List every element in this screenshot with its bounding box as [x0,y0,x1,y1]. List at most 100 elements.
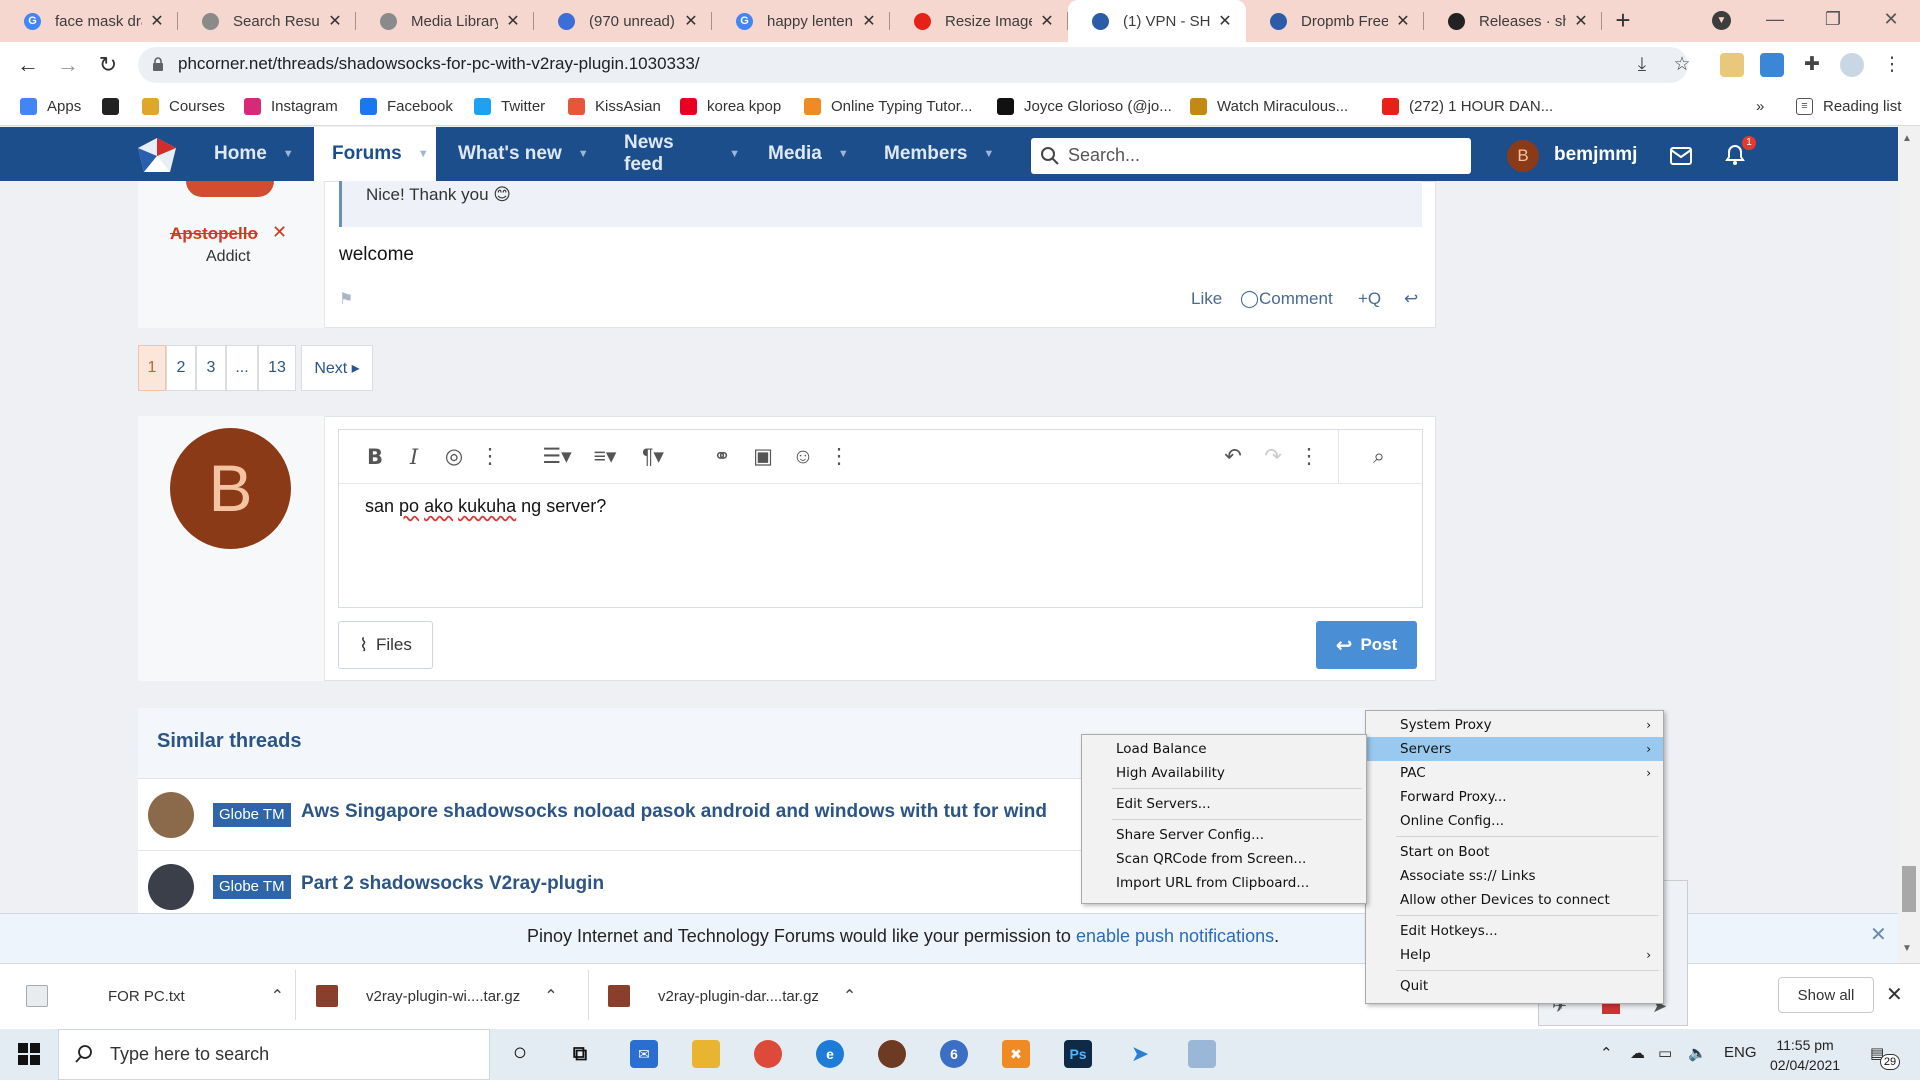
bookmark-item[interactable]: (272) 1 HOUR DAN... [1382,94,1553,118]
close-tab-icon[interactable]: ✕ [860,11,878,31]
browser-tab[interactable]: (970 unread) - ✕ [534,0,712,42]
more-insert-options-icon[interactable]: ⋮ [826,444,852,470]
menu-item-share-server-config[interactable]: Share Server Config... [1082,823,1366,847]
browser-tab[interactable]: Resize Images ✕ [890,0,1068,42]
close-tab-icon[interactable]: ✕ [504,11,522,31]
xampp-icon[interactable]: ✖ [1002,1040,1030,1068]
bookmark-item[interactable]: Online Typing Tutor... [804,94,972,118]
link-icon[interactable]: ⚭ [709,444,735,470]
like-button[interactable]: Like [1191,289,1222,309]
bookmark-item[interactable]: Apps [20,94,81,118]
thread-title-link[interactable]: Part 2 shadowsocks V2ray-plugin [301,873,604,895]
onedrive-icon[interactable]: ☁ [1630,1044,1645,1062]
author-name[interactable]: Apstopello [170,224,258,244]
more-text-options-icon[interactable]: ⋮ [477,444,503,470]
chevron-down-icon[interactable]: ▼ [729,148,740,160]
browser-tab[interactable]: Search Result ✕ [178,0,356,42]
bookmark-item[interactable]: Watch Miraculous... [1190,94,1348,118]
profile-avatar[interactable] [1840,53,1864,77]
emoji-icon[interactable]: ☺ [790,444,816,470]
lock-icon[interactable] [152,57,164,71]
chevron-down-icon[interactable]: ▼ [838,148,849,160]
menu-item-start-on-boot[interactable]: Start on Boot [1366,840,1663,864]
redo-icon[interactable]: ↷ [1260,444,1286,470]
bookmark-item[interactable]: Instagram [244,94,338,118]
forward-button[interactable]: → [52,50,84,80]
menu-item-online-config[interactable]: Online Config... [1366,809,1663,833]
new-tab-button[interactable]: + [1610,7,1636,34]
reload-button[interactable]: ↻ [92,50,124,80]
list-icon[interactable]: ☰▾ [540,444,574,470]
menu-item-edit-hotkeys[interactable]: Edit Hotkeys... [1366,919,1663,943]
chevron-down-icon[interactable]: ▼ [578,148,589,160]
image-icon[interactable]: ▣ [750,444,776,470]
tab-search-icon[interactable]: ▼ [1712,11,1731,30]
edge-icon[interactable]: e [816,1040,844,1068]
minimize-button[interactable]: — [1760,9,1790,30]
undo-icon[interactable]: ↶ [1220,444,1246,470]
page-link[interactable]: 13 [258,345,296,391]
author-avatar[interactable] [186,181,274,197]
site-logo[interactable] [136,136,178,176]
browser-tab[interactable]: Gface mask dra ✕ [0,0,178,42]
page-link[interactable]: 1 [138,345,166,391]
bookmark-item[interactable]: KissAsian [568,94,661,118]
extension-icon[interactable] [1720,53,1744,77]
volume-icon[interactable]: 🔈 [1688,1044,1707,1062]
paragraph-icon[interactable]: ¶▾ [636,444,670,470]
bookmark-item[interactable]: Joyce Glorioso (@jo... [997,94,1172,118]
editor-text[interactable]: san po ako kukuha ng server? [365,496,606,517]
bookmarks-more-button[interactable]: » [1756,94,1764,118]
chevron-down-icon[interactable]: ▼ [283,148,294,160]
chevron-up-icon[interactable]: ⌃ [544,986,557,1006]
page-link[interactable]: 3 [196,345,226,391]
shadowsocks-icon[interactable]: ➤ [1126,1040,1154,1068]
network-icon[interactable]: ▭ [1658,1044,1672,1062]
taskbar-clock[interactable]: 11:55 pm 02/04/2021 [1770,1035,1840,1075]
close-window-button[interactable]: ✕ [1876,9,1906,30]
app-icon[interactable]: 6 [940,1040,968,1068]
bookmark-item[interactable]: Facebook [360,94,453,118]
preview-icon[interactable]: ⌕ [1366,444,1392,470]
browser-tab[interactable]: Media Library ✕ [356,0,534,42]
chevron-down-icon[interactable]: ▼ [418,148,429,160]
browser-tab[interactable]: Dropmb Free ✕ [1246,0,1424,42]
thread-title-link[interactable]: Aws Singapore shadowsocks noload pasok a… [301,801,1047,823]
menu-item-high-availability[interactable]: High Availability [1082,761,1366,785]
attach-files-button[interactable]: ⌇ Files [338,621,433,669]
language-indicator[interactable]: ENG [1724,1044,1757,1061]
quote-button[interactable]: +Q [1358,289,1381,309]
report-flag-icon[interactable]: ⚑ [339,289,353,309]
menu-item-pac[interactable]: PAC › [1366,761,1663,785]
menu-item-system-proxy[interactable]: System Proxy › [1366,713,1663,737]
cortana-icon[interactable]: ○ [506,1040,534,1068]
text-color-icon[interactable]: ◎ [441,444,467,470]
menu-kebab-icon[interactable]: ⋮ [1880,53,1904,77]
menu-item-import-url-from-clipboard[interactable]: Import URL from Clipboard... [1082,871,1366,895]
enable-push-link[interactable]: enable push notifications [1076,926,1274,946]
bold-icon[interactable]: B [362,444,388,470]
scroll-down-arrow[interactable]: ▼ [1902,943,1912,954]
close-tab-icon[interactable]: ✕ [326,11,344,31]
misspelled-word[interactable]: po [399,496,419,516]
menu-item-allow-other-devices-to-connect[interactable]: Allow other Devices to connect [1366,888,1663,912]
comment-button[interactable]: Comment [1259,289,1333,309]
menu-item-forward-proxy[interactable]: Forward Proxy... [1366,785,1663,809]
close-notification-icon[interactable]: ✕ [1870,922,1887,947]
page-link[interactable]: 2 [166,345,196,391]
comment-icon[interactable]: ◯ [1240,289,1259,309]
user-avatar[interactable]: B [1507,140,1539,172]
page-link[interactable]: ... [226,345,258,391]
app-icon[interactable] [878,1040,906,1068]
close-tab-icon[interactable]: ✕ [1572,11,1590,31]
reading-list-button[interactable]: ≡ Reading list [1796,94,1901,118]
close-tab-icon[interactable]: ✕ [1216,11,1234,31]
url-text[interactable]: phcorner.net/threads/shadowsocks-for-pc-… [178,54,700,74]
close-tab-icon[interactable]: ✕ [682,11,700,31]
thread-prefix-badge[interactable]: Globe TM [213,875,291,899]
alerts-bell-icon[interactable] [1725,144,1745,166]
menu-item-servers[interactable]: Servers › [1366,737,1663,761]
nav-news-feed[interactable]: News feed ▼ [606,127,740,181]
menu-item-scan-qrcode-from-screen[interactable]: Scan QRCode from Screen... [1082,847,1366,871]
nav-home[interactable]: Home ▼ [196,127,308,181]
